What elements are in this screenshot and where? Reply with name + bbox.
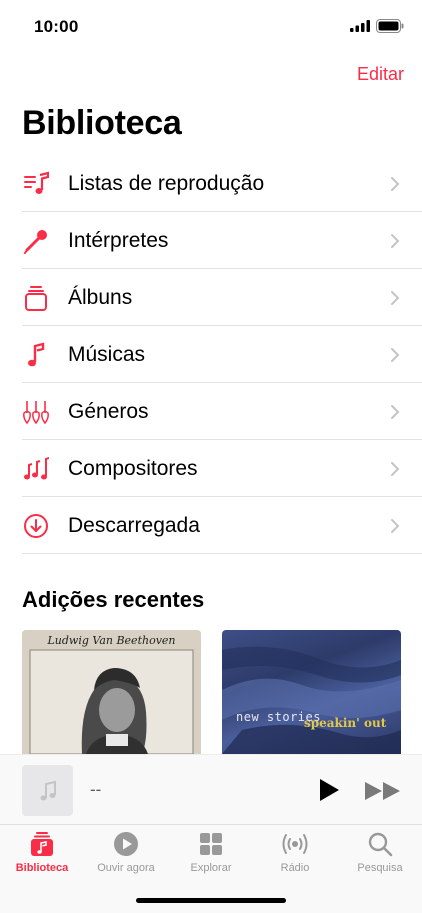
status-time: 10:00: [34, 17, 79, 36]
guitars-icon: [22, 398, 50, 426]
chevron-right-icon: [391, 290, 400, 305]
library-icon: [31, 832, 53, 856]
home-indicator: [136, 898, 286, 903]
chevron-right-icon: [391, 404, 400, 419]
library-item-composers[interactable]: Compositores: [0, 440, 422, 497]
radio-waves-icon: [282, 834, 308, 854]
library-item-label: Intérpretes: [68, 228, 169, 252]
library-item-label: Álbuns: [68, 285, 133, 309]
album-cover-subtext: speakin' out: [304, 716, 387, 730]
tab-browse[interactable]: Explorar: [169, 831, 253, 881]
music-note-placeholder-icon: [40, 780, 56, 800]
library-item-label: Géneros: [68, 399, 149, 423]
library-item-label: Compositores: [68, 456, 198, 480]
tab-label: Pesquisa: [357, 862, 403, 874]
chevron-right-icon: [391, 518, 400, 533]
fast-forward-icon[interactable]: [364, 781, 402, 801]
status-bar: 10:00: [0, 0, 422, 50]
music-notes-icon: [22, 455, 50, 483]
cellular-signal-icon: [350, 20, 370, 32]
mini-player[interactable]: --: [0, 754, 422, 824]
chevron-right-icon: [391, 176, 400, 191]
library-item-label: Descarregada: [68, 513, 200, 537]
tab-listen-now[interactable]: Ouvir agora: [84, 831, 168, 881]
play-circle-icon: [114, 832, 138, 856]
download-circle-icon: [22, 512, 50, 540]
music-note-icon: [22, 341, 50, 369]
chevron-right-icon: [391, 347, 400, 362]
chevron-right-icon: [391, 233, 400, 248]
library-item-downloaded[interactable]: Descarregada: [0, 497, 422, 554]
library-item-label: Listas de reprodução: [68, 171, 265, 195]
library-item-playlists[interactable]: Listas de reprodução: [0, 155, 422, 212]
tab-label: Ouvir agora: [97, 862, 155, 874]
album-cover-beethoven: [22, 630, 201, 754]
album-cover-new-stories: [222, 646, 401, 754]
grid-icon: [200, 833, 222, 855]
now-playing-title: --: [90, 780, 102, 799]
playlist-icon: [22, 170, 50, 198]
tab-label: Rádio: [280, 862, 310, 874]
tab-label: Explorar: [190, 862, 232, 874]
album-card-beethoven[interactable]: Ludwig Van Beethoven: [22, 630, 201, 754]
play-icon[interactable]: [318, 778, 340, 802]
edit-button[interactable]: Editar: [357, 64, 404, 85]
page-title: Biblioteca: [22, 104, 182, 142]
library-item-artists[interactable]: Intérpretes: [0, 212, 422, 269]
album-cover-text: Ludwig Van Beethoven: [47, 634, 176, 647]
library-item-albums[interactable]: Álbuns: [0, 269, 422, 326]
now-playing-artwork: [22, 765, 73, 816]
library-item-songs[interactable]: Músicas: [0, 326, 422, 383]
search-icon: [368, 832, 393, 857]
tab-label: Biblioteca: [15, 862, 69, 874]
library-item-genres[interactable]: Géneros: [0, 383, 422, 440]
tab-search[interactable]: Pesquisa: [338, 831, 422, 881]
recently-added-heading: Adições recentes: [22, 587, 205, 612]
album-stack-icon: [22, 284, 50, 312]
library-item-label: Músicas: [68, 342, 146, 366]
tab-radio[interactable]: Rádio: [253, 831, 337, 881]
chevron-right-icon: [391, 461, 400, 476]
battery-icon: [376, 19, 404, 33]
tab-library[interactable]: Biblioteca: [0, 831, 84, 881]
microphone-icon: [22, 227, 50, 255]
library-list: Listas de reprodução Intérpretes Álbuns: [0, 155, 422, 554]
album-card-new-stories[interactable]: new stories speakin' out: [222, 630, 401, 754]
